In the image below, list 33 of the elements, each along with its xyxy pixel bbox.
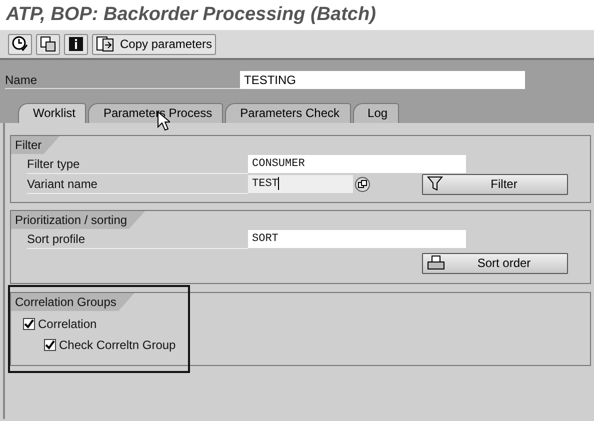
windows-icon: [358, 180, 367, 188]
window-title: ATP, BOP: Backorder Processing (Batch): [0, 0, 594, 30]
input-field[interactable]: SORT: [248, 230, 466, 248]
checkbox[interactable]: [23, 318, 35, 330]
sort-order-button[interactable]: Sort order: [422, 252, 568, 274]
name-field[interactable]: TESTING: [240, 71, 525, 89]
copy-button[interactable]: [36, 34, 60, 54]
clock-icon: [12, 36, 28, 52]
info-icon: [68, 36, 84, 52]
filter-icon: [427, 176, 445, 192]
group-title: Prioritization / sorting: [11, 211, 146, 229]
copy-icon: [40, 36, 56, 52]
checkbox-label: Check Correltn Group: [59, 336, 176, 354]
input-field[interactable]: TEST: [248, 175, 353, 193]
input-field[interactable]: CONSUMER: [248, 155, 466, 173]
checkbox[interactable]: [44, 338, 56, 350]
checkbox-label: Correlation: [38, 316, 97, 332]
tab[interactable]: Worklist: [18, 103, 86, 123]
field-label: Name: [5, 71, 240, 89]
filter-button[interactable]: Filter: [422, 174, 568, 194]
group-title: Filter: [11, 136, 60, 154]
copy-parameters-button[interactable]: Copy parameters: [92, 34, 216, 54]
document-icon: [96, 36, 114, 52]
tab[interactable]: Log: [352, 103, 399, 123]
printer-icon: [427, 255, 445, 271]
clock-button[interactable]: [8, 34, 32, 54]
field-label: Filter type: [27, 154, 248, 174]
field-label: Variant name: [27, 174, 248, 194]
field-label: Sort profile: [27, 230, 248, 248]
tab[interactable]: Parameters Check: [225, 103, 351, 123]
value-help-button[interactable]: [355, 176, 370, 192]
group-title: Correlation Groups: [11, 293, 134, 311]
info-button[interactable]: [64, 34, 88, 54]
